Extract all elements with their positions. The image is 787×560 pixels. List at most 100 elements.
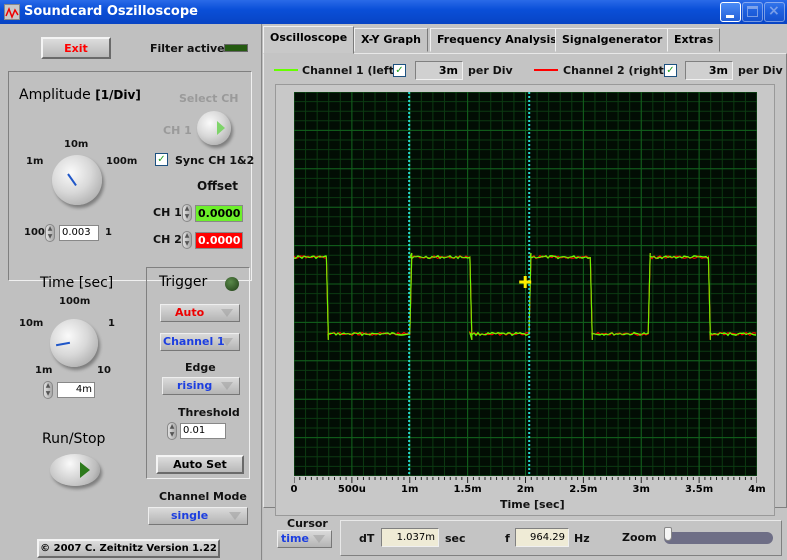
run-stop-button[interactable] xyxy=(50,454,100,486)
chevron-down-icon xyxy=(221,382,233,390)
close-button[interactable]: × xyxy=(764,2,785,22)
x-tick-label: 1m xyxy=(401,484,419,495)
amp-tick-10m: 10m xyxy=(64,139,89,150)
zoom-slider-track[interactable] xyxy=(664,532,773,544)
offset-ch2-field[interactable]: 0.0000 xyxy=(195,232,243,249)
ch2-legend-line xyxy=(534,69,558,71)
offset-ch1-field[interactable]: 0.0000 xyxy=(195,205,243,222)
ch1-legend-line xyxy=(274,69,298,71)
maximize-button[interactable] xyxy=(742,2,763,22)
x-tick-label: 0 xyxy=(290,484,298,495)
ch2-per-div-field[interactable]: 3m xyxy=(685,61,733,80)
ch1-label: Channel 1 (left) xyxy=(302,64,399,77)
f-value-field: 964.29 xyxy=(515,528,569,547)
channel-mode-select[interactable]: single xyxy=(148,507,248,525)
cursor-mode-value: time xyxy=(281,532,309,545)
knob-pointer xyxy=(55,341,71,347)
window-title: Soundcard Oszilloscope xyxy=(24,4,198,19)
amplitude-title: Amplitude [1/Div] xyxy=(19,87,141,103)
ch1-enable-checkbox[interactable]: ✓ xyxy=(393,64,406,77)
ch2-enable-checkbox[interactable]: ✓ xyxy=(664,64,677,77)
x-tick-label: 3.5m xyxy=(685,484,714,495)
cursor-readout-panel: dT 1.037m sec f 964.29 Hz Zoom xyxy=(340,520,782,556)
tab-frequency-analysis[interactable]: Frequency Analysis xyxy=(430,28,564,52)
ch2-label: Channel 2 (right) xyxy=(563,64,669,77)
exit-button[interactable]: Exit xyxy=(41,37,111,59)
x-tick-label: 500u xyxy=(337,484,366,495)
trigger-title: Trigger xyxy=(159,274,208,290)
amplitude-spinner[interactable]: ▲ ▼ xyxy=(45,224,55,242)
chevron-down-icon xyxy=(221,338,233,346)
amplitude-group: Amplitude [1/Div] 100u 1m 10m 100m 1 ▲ ▼ … xyxy=(8,71,255,281)
f-label: f xyxy=(505,532,510,545)
sync-checkbox[interactable]: ✓ xyxy=(155,153,168,166)
trigger-edge-select[interactable]: rising xyxy=(162,377,240,395)
title-bar: Soundcard Oszilloscope × xyxy=(0,0,787,24)
threshold-label: Threshold xyxy=(178,406,240,419)
run-stop-label: Run/Stop xyxy=(42,431,106,447)
zoom-slider-handle[interactable] xyxy=(664,527,672,541)
select-ch-label: Select CH xyxy=(179,92,239,105)
minimize-button[interactable] xyxy=(720,2,741,22)
amp-tick-1m: 1m xyxy=(26,156,44,167)
offset-ch1-label: CH 1 xyxy=(153,206,182,219)
time-value-field[interactable]: 4m xyxy=(57,382,95,398)
f-unit: Hz xyxy=(574,532,590,545)
time-spinner[interactable]: ▲ ▼ xyxy=(43,381,53,399)
x-tick-label: 2m xyxy=(516,484,535,495)
channel-mode-value: single xyxy=(171,509,209,522)
chevron-down-icon xyxy=(313,535,325,543)
x-tick-label: 4m xyxy=(748,484,766,495)
cursor-mode-select[interactable]: time xyxy=(277,530,332,548)
chevron-down-icon xyxy=(221,309,233,317)
trigger-mode-value: Auto xyxy=(175,306,205,319)
amplitude-knob[interactable] xyxy=(52,155,102,205)
time-title: Time [sec] xyxy=(40,275,114,291)
threshold-spinner[interactable]: ▲ ▼ xyxy=(167,422,177,440)
offset-ch2-spinner[interactable]: ▲ ▼ xyxy=(182,231,192,249)
x-tick-label: 3m xyxy=(632,484,650,495)
trigger-mode-select[interactable]: Auto xyxy=(160,304,240,322)
time-tick-10: 10 xyxy=(97,365,111,376)
select-ch-value: CH 1 xyxy=(163,124,192,137)
time-tick-1m: 1m xyxy=(35,365,53,376)
trigger-edge-value: rising xyxy=(177,379,213,392)
sync-label: Sync CH 1&2 xyxy=(175,154,255,167)
waveform-plot[interactable] xyxy=(294,92,757,476)
dt-value-field: 1.037m xyxy=(381,528,439,547)
time-knob[interactable] xyxy=(50,319,98,367)
auto-set-button[interactable]: Auto Set xyxy=(156,455,244,474)
tab-xy-graph[interactable]: X-Y Graph xyxy=(354,28,428,52)
threshold-field[interactable]: 0.01 xyxy=(180,423,226,439)
tab-extras[interactable]: Extras xyxy=(667,28,721,52)
amp-tick-1: 1 xyxy=(105,227,112,238)
trigger-source-select[interactable]: Channel 1 xyxy=(160,333,240,351)
trigger-source-value: Channel 1 xyxy=(163,335,225,348)
tab-signalgenerator[interactable]: Signalgenerator xyxy=(555,28,670,52)
version-label: © 2007 C. Zeitnitz Version 1.22 xyxy=(37,539,220,558)
ch1-per-div-field[interactable]: 3m xyxy=(415,61,463,80)
offset-title: Offset xyxy=(197,179,238,193)
knob-pointer xyxy=(67,173,77,187)
filter-active-led xyxy=(224,44,248,52)
offset-ch1-spinner[interactable]: ▲ ▼ xyxy=(182,204,192,222)
zoom-label: Zoom xyxy=(622,531,657,544)
time-tick-1: 1 xyxy=(108,318,115,329)
chevron-down-icon xyxy=(229,512,241,520)
app-icon xyxy=(4,4,20,20)
trigger-group: Trigger Auto Channel 1 Edge rising Thres… xyxy=(146,267,250,479)
select-ch-button[interactable] xyxy=(197,111,231,145)
x-axis-label: Time [sec] xyxy=(500,498,565,511)
offset-ch2-label: CH 2 xyxy=(153,233,182,246)
edge-label: Edge xyxy=(185,361,216,374)
dt-label: dT xyxy=(359,532,375,545)
x-tick-label: 2.5m xyxy=(569,484,598,495)
x-tick-label: 1.5m xyxy=(453,484,482,495)
amplitude-unit: [1/Div] xyxy=(95,88,141,102)
cursor-label: Cursor xyxy=(287,517,328,530)
amplitude-value-field[interactable]: 0.003 xyxy=(59,225,99,241)
minimize-icon xyxy=(726,15,734,18)
amp-tick-100m: 100m xyxy=(106,156,138,167)
time-tick-10m: 10m xyxy=(19,318,44,329)
tab-oscilloscope[interactable]: Oscilloscope xyxy=(263,26,355,54)
